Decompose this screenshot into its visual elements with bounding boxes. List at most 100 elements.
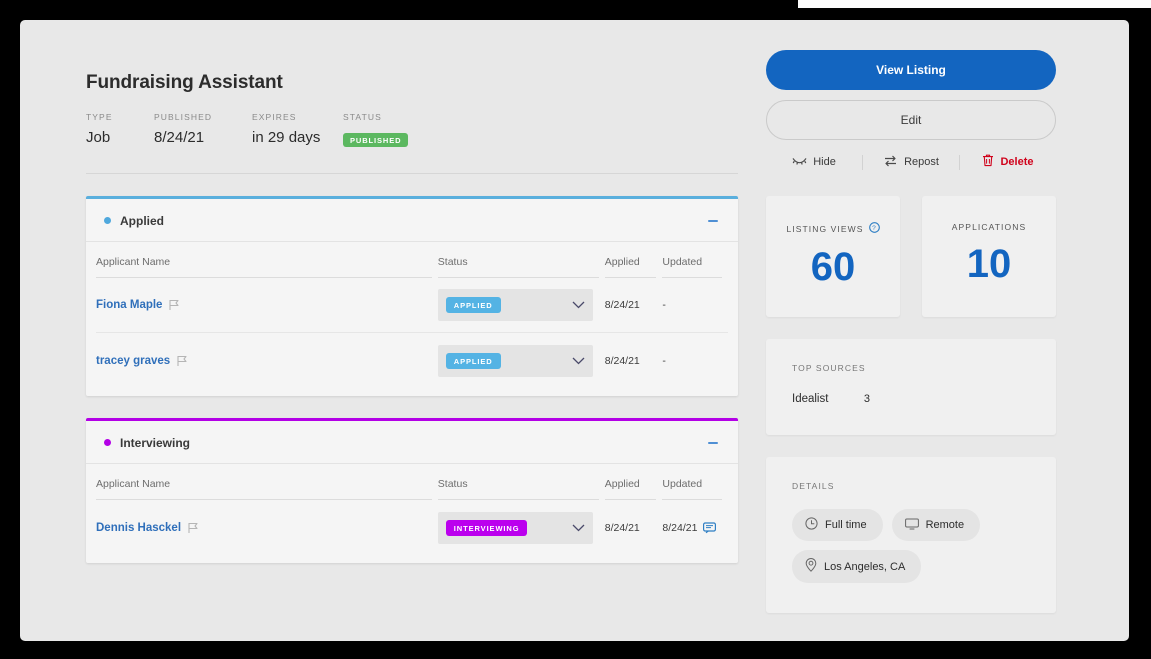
chip-label: Remote	[925, 519, 965, 531]
meta-published: PUBLISHED 8/24/21	[154, 112, 252, 147]
applicant-name-link[interactable]: Dennis Hasckel	[96, 522, 181, 534]
meta-published-value: 8/24/21	[154, 129, 205, 146]
applied-date: 8/24/21	[604, 354, 640, 367]
status-dot-icon	[104, 217, 111, 225]
column-header-status: Status	[437, 256, 599, 279]
edit-button[interactable]: Edit	[766, 100, 1056, 140]
updated-date-cell: 8/24/21	[662, 522, 722, 534]
status-dot-icon	[104, 439, 111, 447]
table-header-row: Applicant Name Status Applied Updated	[96, 464, 728, 501]
column-header-applied: Applied	[604, 478, 657, 501]
repost-icon	[883, 155, 898, 170]
delete-button[interactable]: Delete	[960, 154, 1056, 170]
updated-date: 8/24/21	[662, 521, 698, 534]
status-dropdown[interactable]: APPLIED	[437, 289, 593, 322]
meta-type-value: Job	[86, 129, 111, 146]
chip-full-time: Full time	[792, 509, 883, 541]
meta-expires-label: EXPIRES	[252, 112, 297, 122]
listing-action-links: Hide Repost Delete	[766, 154, 1056, 170]
chevron-down-icon	[572, 524, 585, 532]
applications-label: APPLICATIONS	[951, 222, 1027, 232]
delete-label: Delete	[1000, 156, 1034, 168]
column-header-updated: Updated	[662, 256, 722, 279]
comment-icon[interactable]	[703, 522, 717, 534]
flag-icon[interactable]	[177, 355, 188, 367]
meta-published-label: PUBLISHED	[154, 112, 213, 122]
collapse-icon[interactable]	[705, 213, 720, 228]
chevron-down-icon	[572, 301, 585, 309]
clock-icon	[805, 517, 818, 533]
column-header-name: Applicant Name	[96, 478, 432, 501]
listing-views-label: LISTING VIEWS ?	[766, 222, 900, 235]
details-card: DETAILS Full time Remote Los Angeles, CA	[766, 457, 1056, 613]
section-applied-title: Applied	[120, 213, 164, 228]
details-label: DETAILS	[792, 481, 835, 491]
stat-card-listing-views: LISTING VIEWS ? 60	[766, 196, 900, 317]
chip-location: Los Angeles, CA	[792, 550, 922, 583]
meta-type-label: TYPE	[86, 112, 113, 122]
stat-card-applications: APPLICATIONS 10	[922, 196, 1056, 317]
updated-date: -	[662, 354, 666, 367]
applicant-name-cell: tracey graves	[96, 355, 432, 367]
column-header-updated: Updated	[662, 478, 722, 501]
status-badge: PUBLISHED	[343, 133, 409, 147]
section-applied-header: Applied	[86, 199, 738, 243]
flag-icon[interactable]	[188, 522, 199, 534]
map-pin-icon	[805, 558, 817, 575]
chip-label: Full time	[825, 519, 867, 531]
applied-table: Applicant Name Status Applied Updated Fi…	[86, 242, 738, 396]
column-header-name: Applicant Name	[96, 256, 432, 279]
svg-text:?: ?	[872, 225, 877, 232]
table-row: Fiona Maple APPLIED 8/24/21 -	[96, 278, 728, 334]
section-interviewing-header: Interviewing	[86, 421, 738, 465]
table-row: tracey graves APPLIED 8/24/21 -	[96, 333, 728, 388]
page-title: Fundraising Assistant	[86, 72, 283, 93]
trash-icon	[982, 154, 994, 170]
stats-row: LISTING VIEWS ? 60 APPLICATIONS 10	[766, 196, 1056, 317]
hide-label: Hide	[813, 156, 836, 168]
status-dropdown[interactable]: APPLIED	[437, 344, 593, 377]
meta-status-label: STATUS	[343, 112, 382, 122]
source-row: Idealist 3	[792, 393, 1030, 405]
info-icon[interactable]: ?	[868, 222, 880, 235]
top-white-strip	[798, 0, 1151, 8]
listing-sidebar: View Listing Edit Hide Repost Delete LIS…	[766, 50, 1056, 613]
meta-expires: EXPIRES in 29 days	[252, 112, 343, 147]
chip-remote: Remote	[891, 509, 981, 541]
flag-icon[interactable]	[169, 299, 180, 311]
applications-value: 10	[966, 242, 1012, 286]
listing-main-column: Fundraising Assistant TYPE Job PUBLISHED…	[86, 72, 738, 564]
chip-label: Los Angeles, CA	[824, 560, 906, 573]
status-cell: APPLIED	[437, 344, 599, 377]
section-interviewing-title: Interviewing	[120, 435, 191, 450]
table-header-row: Applicant Name Status Applied Updated	[96, 242, 728, 279]
top-sources-label: TOP SOURCES	[792, 363, 866, 373]
collapse-icon[interactable]	[705, 435, 720, 450]
status-pill: APPLIED	[445, 352, 501, 369]
applicant-name-cell: Fiona Maple	[96, 299, 432, 311]
repost-button[interactable]: Repost	[863, 155, 959, 170]
applicant-name-link[interactable]: Fiona Maple	[96, 299, 162, 311]
applicant-name-cell: Dennis Hasckel	[96, 522, 432, 534]
details-chips: Full time Remote Los Angeles, CA	[792, 509, 1030, 583]
eye-off-icon	[792, 155, 807, 169]
status-cell: INTERVIEWING	[437, 511, 599, 544]
applied-date: 8/24/21	[604, 299, 640, 312]
updated-date: -	[662, 299, 666, 312]
hide-button[interactable]: Hide	[766, 155, 862, 169]
status-dropdown[interactable]: INTERVIEWING	[437, 511, 593, 544]
applicant-name-link[interactable]: tracey graves	[96, 355, 170, 367]
applied-date: 8/24/21	[604, 521, 640, 534]
section-applied: Applied Applicant Name Status Applied Up…	[86, 196, 738, 397]
listing-views-value: 60	[810, 245, 856, 289]
source-name: Idealist	[792, 393, 829, 405]
top-sources-card: TOP SOURCES Idealist 3	[766, 339, 1056, 435]
chevron-down-icon	[572, 357, 585, 365]
meta-expires-value: in 29 days	[252, 129, 321, 146]
source-count: 3	[863, 393, 870, 405]
section-interviewing: Interviewing Applicant Name Status Appli…	[86, 418, 738, 564]
meta-type: TYPE Job	[86, 112, 154, 147]
repost-label: Repost	[904, 156, 939, 168]
view-listing-button[interactable]: View Listing	[766, 50, 1056, 90]
interviewing-table: Applicant Name Status Applied Updated De…	[86, 464, 738, 563]
